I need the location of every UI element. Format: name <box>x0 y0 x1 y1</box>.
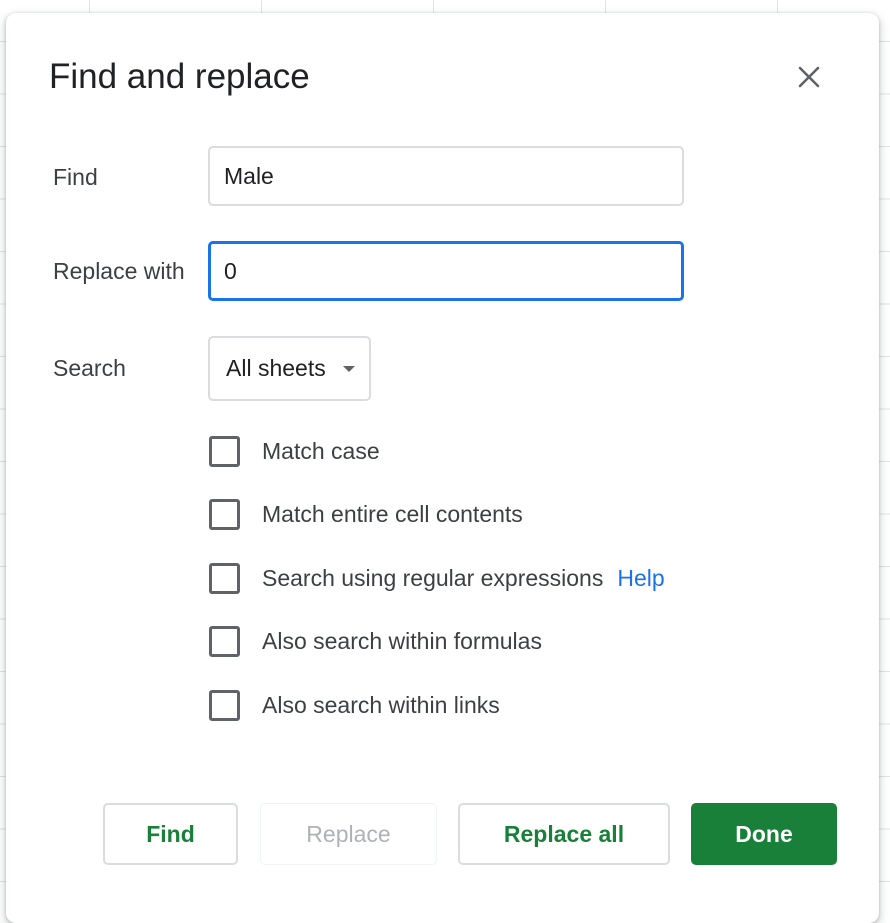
within-formulas-label: Also search within formulas <box>262 627 542 654</box>
search-scope-select[interactable]: All sheets <box>208 336 371 401</box>
within-formulas-checkbox[interactable] <box>209 625 240 657</box>
option-within-links[interactable]: Also search within links <box>209 689 500 721</box>
replace-with-label: Replace with <box>53 258 185 284</box>
chevron-down-icon <box>343 366 355 372</box>
match-case-checkbox[interactable] <box>209 435 240 467</box>
done-button[interactable]: Done <box>691 803 837 865</box>
replace-with-input[interactable] <box>208 241 684 301</box>
option-regex[interactable]: Search using regular expressions Help <box>209 562 665 594</box>
close-button[interactable] <box>792 60 826 94</box>
option-within-formulas[interactable]: Also search within formulas <box>209 625 542 657</box>
match-entire-cell-label: Match entire cell contents <box>262 500 523 527</box>
within-links-label: Also search within links <box>262 691 500 718</box>
search-scope-value: All sheets <box>226 355 326 381</box>
replace-all-button[interactable]: Replace all <box>458 803 670 865</box>
find-replace-dialog: Find and replace Find Replace with Searc… <box>6 13 879 923</box>
match-entire-cell-checkbox[interactable] <box>209 498 240 530</box>
option-match-case[interactable]: Match case <box>209 435 380 467</box>
replace-button[interactable]: Replace <box>260 803 437 865</box>
within-links-checkbox[interactable] <box>209 689 240 721</box>
close-icon <box>798 66 820 88</box>
find-input[interactable] <box>208 146 684 206</box>
help-link[interactable]: Help <box>617 565 664 592</box>
search-label: Search <box>53 355 126 381</box>
find-label: Find <box>53 164 98 190</box>
regex-label: Search using regular expressions <box>262 564 604 591</box>
match-case-label: Match case <box>262 437 380 464</box>
regex-checkbox[interactable] <box>209 562 240 594</box>
dialog-title: Find and replace <box>49 57 310 96</box>
option-match-entire-cell[interactable]: Match entire cell contents <box>209 498 523 530</box>
find-button[interactable]: Find <box>103 803 238 865</box>
